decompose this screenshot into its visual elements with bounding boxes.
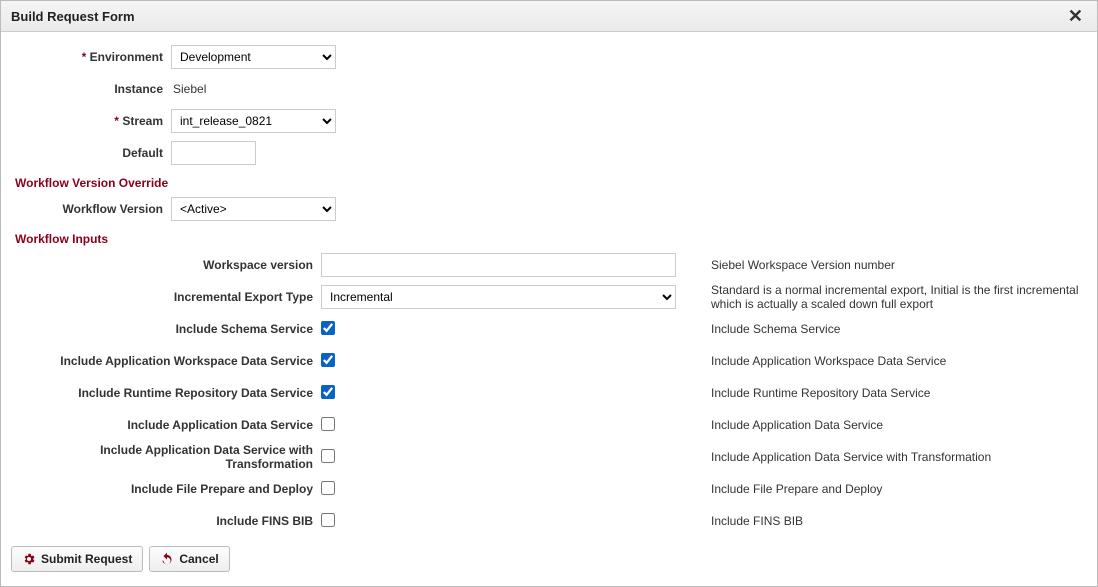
workflow-version-select[interactable]: <Active> <box>171 197 336 221</box>
gear-icon <box>22 552 36 566</box>
row-include-app-data: Include Application Data Service Include… <box>11 410 1087 440</box>
row-default: Default <box>11 138 1087 168</box>
workspace-version-label: Workspace version <box>11 258 321 272</box>
include-app-data-checkbox[interactable] <box>321 417 335 431</box>
submit-request-button[interactable]: Submit Request <box>11 546 143 572</box>
include-app-data-transform-desc: Include Application Data Service with Tr… <box>691 450 1087 464</box>
incremental-export-type-desc: Standard is a normal incremental export,… <box>691 283 1087 311</box>
incremental-export-type-label: Incremental Export Type <box>11 290 321 304</box>
section-workflow-override: Workflow Version Override <box>15 176 1087 190</box>
include-app-workspace-checkbox[interactable] <box>321 353 335 367</box>
dialog-header: Build Request Form ✕ <box>1 1 1097 32</box>
stream-label: Stream <box>11 114 171 128</box>
instance-value: Siebel <box>171 82 206 96</box>
instance-label: Instance <box>11 82 171 96</box>
include-fins-bib-checkbox[interactable] <box>321 513 335 527</box>
row-incremental-export-type: Incremental Export Type Incremental Stan… <box>11 282 1087 312</box>
include-fins-bib-desc: Include FINS BIB <box>691 514 1087 528</box>
include-runtime-repo-checkbox[interactable] <box>321 385 335 399</box>
include-file-prepare-checkbox[interactable] <box>321 481 335 495</box>
include-fins-bib-label: Include FINS BIB <box>11 514 321 528</box>
workspace-version-desc: Siebel Workspace Version number <box>691 258 1087 272</box>
include-runtime-repo-desc: Include Runtime Repository Data Service <box>691 386 1087 400</box>
row-instance: Instance Siebel <box>11 74 1087 104</box>
section-workflow-inputs: Workflow Inputs <box>15 232 1087 246</box>
row-include-app-workspace: Include Application Workspace Data Servi… <box>11 346 1087 376</box>
build-request-dialog: Build Request Form ✕ Environment Develop… <box>0 0 1098 587</box>
row-stream: Stream int_release_0821 <box>11 106 1087 136</box>
row-include-file-prepare: Include File Prepare and Deploy Include … <box>11 474 1087 504</box>
include-schema-service-label: Include Schema Service <box>11 322 321 336</box>
row-workflow-version: Workflow Version <Active> <box>11 194 1087 224</box>
dialog-footer: Submit Request Cancel <box>11 546 1087 572</box>
dialog-body: Environment Development Instance Siebel … <box>1 32 1097 586</box>
include-app-workspace-label: Include Application Workspace Data Servi… <box>11 354 321 368</box>
default-label: Default <box>11 146 171 160</box>
environment-label: Environment <box>11 50 171 64</box>
close-icon[interactable]: ✕ <box>1064 7 1087 25</box>
environment-select[interactable]: Development <box>171 45 336 69</box>
row-environment: Environment Development <box>11 42 1087 72</box>
include-file-prepare-desc: Include File Prepare and Deploy <box>691 482 1087 496</box>
incremental-export-type-select[interactable]: Incremental <box>321 285 676 309</box>
include-app-data-label: Include Application Data Service <box>11 418 321 432</box>
include-runtime-repo-label: Include Runtime Repository Data Service <box>11 386 321 400</box>
row-include-schema-service: Include Schema Service Include Schema Se… <box>11 314 1087 344</box>
row-include-runtime-repo: Include Runtime Repository Data Service … <box>11 378 1087 408</box>
workspace-version-input[interactable] <box>321 253 676 277</box>
workflow-version-label: Workflow Version <box>11 202 171 216</box>
include-schema-service-checkbox[interactable] <box>321 321 335 335</box>
include-app-data-desc: Include Application Data Service <box>691 418 1087 432</box>
include-schema-service-desc: Include Schema Service <box>691 322 1087 336</box>
row-include-app-data-transform: Include Application Data Service with Tr… <box>11 442 1087 472</box>
include-app-data-transform-label: Include Application Data Service with Tr… <box>11 443 321 471</box>
row-include-fins-bib: Include FINS BIB Include FINS BIB <box>11 506 1087 536</box>
stream-select[interactable]: int_release_0821 <box>171 109 336 133</box>
cancel-button[interactable]: Cancel <box>149 546 229 572</box>
include-app-data-transform-checkbox[interactable] <box>321 449 335 463</box>
include-app-workspace-desc: Include Application Workspace Data Servi… <box>691 354 1087 368</box>
include-file-prepare-label: Include File Prepare and Deploy <box>11 482 321 496</box>
default-input[interactable] <box>171 141 256 165</box>
undo-icon <box>160 552 174 566</box>
row-workspace-version: Workspace version Siebel Workspace Versi… <box>11 250 1087 280</box>
dialog-title: Build Request Form <box>11 9 135 24</box>
submit-request-label: Submit Request <box>41 552 132 566</box>
cancel-label: Cancel <box>179 552 218 566</box>
